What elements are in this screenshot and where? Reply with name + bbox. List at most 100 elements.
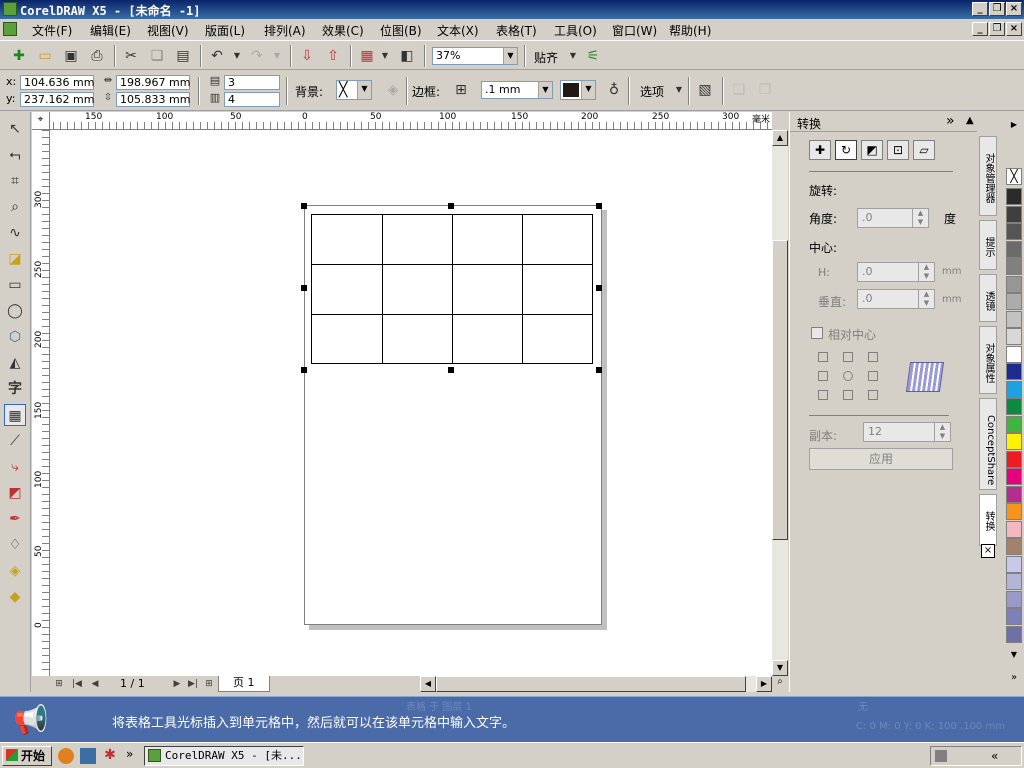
launcher-dropdown-icon[interactable]: ▼: [376, 47, 394, 65]
snap-to-button[interactable]: 贴齐: [534, 49, 558, 66]
color-swatch[interactable]: [1006, 188, 1022, 205]
horizontal-scroll-thumb[interactable]: [436, 676, 746, 692]
transformations-tab[interactable]: 转换: [979, 494, 997, 546]
lens-tab[interactable]: 透镜: [979, 274, 997, 322]
angle-field[interactable]: .0 ▲ ▼: [857, 208, 929, 228]
menu-arrange[interactable]: 排列(A): [264, 22, 306, 39]
border-color-picker[interactable]: ▼: [560, 80, 596, 100]
color-swatch[interactable]: [1006, 520, 1022, 538]
columns-field[interactable]: 4: [224, 92, 280, 107]
scroll-up-icon[interactable]: ▲: [772, 130, 788, 146]
menu-window[interactable]: 窗口(W): [612, 22, 657, 39]
page-tab[interactable]: 页 1: [218, 676, 270, 692]
horizontal-ruler[interactable]: 150 100 50 0 50 100 150 200 250 300 毫米: [32, 112, 772, 130]
quicklaunch-more-icon[interactable]: »: [126, 747, 133, 761]
menu-file[interactable]: 文件(F): [32, 22, 72, 39]
tray-keyboard-icon[interactable]: [935, 750, 947, 762]
doc-close-button[interactable]: ×: [1006, 22, 1022, 36]
docker-collapse-icon[interactable]: ▲: [966, 115, 974, 126]
anchor-top-right[interactable]: [868, 352, 878, 362]
options-dropdown-icon[interactable]: ▼: [670, 81, 688, 99]
close-button[interactable]: ×: [1006, 2, 1022, 16]
shape-tool-icon[interactable]: ⮢: [4, 144, 26, 166]
color-swatch[interactable]: [1006, 503, 1022, 520]
doc-restore-button[interactable]: ❐: [989, 22, 1005, 36]
fill-tool-icon[interactable]: ◈: [4, 560, 26, 582]
selection-handle[interactable]: [448, 203, 454, 209]
freehand-tool-icon[interactable]: ∿: [4, 222, 26, 244]
scroll-right-icon[interactable]: ▶: [756, 676, 772, 692]
print-icon[interactable]: ⎙: [88, 47, 106, 65]
color-swatch[interactable]: [1006, 625, 1022, 643]
connector-tool-icon[interactable]: ⤷: [4, 456, 26, 478]
document-icon[interactable]: [3, 22, 17, 36]
selection-handle[interactable]: [301, 367, 307, 373]
relative-center-checkbox[interactable]: [811, 327, 823, 339]
polygon-tool-icon[interactable]: ⬡: [4, 326, 26, 348]
palette-scroll-up-icon[interactable]: ▶: [1008, 120, 1020, 132]
ellipse-tool-icon[interactable]: ◯: [4, 300, 26, 322]
color-swatch[interactable]: [1006, 240, 1022, 258]
hints-tab[interactable]: 提示: [979, 220, 997, 270]
x-position-field[interactable]: 104.636 mm: [20, 75, 94, 90]
navigator-icon[interactable]: ⌕: [772, 676, 788, 692]
color-swatch[interactable]: [1006, 415, 1022, 433]
color-swatch[interactable]: [1006, 573, 1022, 590]
undo-dropdown-icon[interactable]: ▼: [228, 47, 246, 65]
table-object[interactable]: [311, 214, 593, 364]
import-icon[interactable]: ⇩: [298, 47, 316, 65]
redo-dropdown-icon[interactable]: ▼: [268, 47, 286, 65]
quicklaunch-icon[interactable]: ✱: [102, 747, 118, 763]
copies-spinner-icon[interactable]: ▲ ▼: [934, 423, 950, 441]
snap-dropdown-icon[interactable]: ▼: [564, 47, 582, 65]
menu-layout[interactable]: 版面(L): [205, 22, 245, 39]
color-swatch[interactable]: [1006, 398, 1022, 415]
angle-spinner-icon[interactable]: ▲ ▼: [912, 209, 928, 227]
next-page-icon[interactable]: ▶: [170, 678, 184, 690]
outline-pen-icon[interactable]: ♁: [605, 81, 623, 99]
border-width-dropdown-icon[interactable]: ▼: [538, 82, 552, 98]
selection-handle[interactable]: [301, 285, 307, 291]
background-color-picker[interactable]: ╳ ▼: [336, 80, 372, 100]
vertical-ruler[interactable]: 300 250 200 150 100 50 0: [32, 130, 50, 676]
anchor-center[interactable]: [843, 371, 853, 381]
color-swatch[interactable]: [1006, 590, 1022, 608]
color-swatch[interactable]: [1006, 293, 1022, 310]
center-h-spinner-icon[interactable]: ▲ ▼: [918, 263, 934, 281]
horizontal-scrollbar[interactable]: ◀ ▶: [420, 676, 772, 692]
start-button[interactable]: 开始: [2, 746, 52, 766]
rectangle-tool-icon[interactable]: ▭: [4, 274, 26, 296]
ie-icon[interactable]: [80, 748, 96, 764]
selection-handle[interactable]: [596, 367, 602, 373]
previous-page-icon[interactable]: ◀: [88, 678, 102, 690]
ruler-origin[interactable]: ⌖: [32, 112, 50, 130]
paste-icon[interactable]: ▤: [174, 47, 192, 65]
menu-text[interactable]: 文本(X): [437, 22, 479, 39]
outline-tool-icon[interactable]: ♢: [4, 534, 26, 556]
crop-tool-icon[interactable]: ⌗: [4, 170, 26, 192]
tray-more-icon[interactable]: «: [991, 749, 998, 763]
first-page-icon[interactable]: |◀: [70, 678, 84, 690]
zoom-tool-icon[interactable]: ⌕: [4, 196, 26, 218]
application-launcher-icon[interactable]: ▦: [358, 47, 376, 65]
scroll-down-icon[interactable]: ▼: [772, 660, 788, 676]
anchor-middle-right[interactable]: [868, 371, 878, 381]
menu-edit[interactable]: 编辑(E): [90, 22, 131, 39]
open-icon[interactable]: ▭: [36, 47, 54, 65]
minimize-button[interactable]: _: [972, 2, 988, 16]
background-dropdown-icon[interactable]: ▼: [357, 81, 371, 99]
pick-tool-icon[interactable]: ↖: [4, 118, 26, 140]
dimension-tool-icon[interactable]: ⟋: [4, 430, 26, 452]
object-manager-tab[interactable]: 对象管理器: [979, 136, 997, 216]
color-swatch[interactable]: [1006, 345, 1022, 363]
vertical-scroll-thumb[interactable]: [772, 240, 788, 540]
anchor-bottom-center[interactable]: [843, 390, 853, 400]
docker-expand-icon[interactable]: »: [946, 113, 955, 129]
border-select-icon[interactable]: ⊞: [452, 81, 470, 99]
add-page-after-icon[interactable]: ⊞: [202, 678, 216, 690]
zoom-combo[interactable]: 37% ▼: [432, 47, 518, 65]
text-tool-icon[interactable]: 字: [4, 378, 26, 400]
anchor-bottom-left[interactable]: [818, 390, 828, 400]
menu-help[interactable]: 帮助(H): [669, 22, 711, 39]
table-tool-icon[interactable]: ▦: [4, 404, 26, 426]
